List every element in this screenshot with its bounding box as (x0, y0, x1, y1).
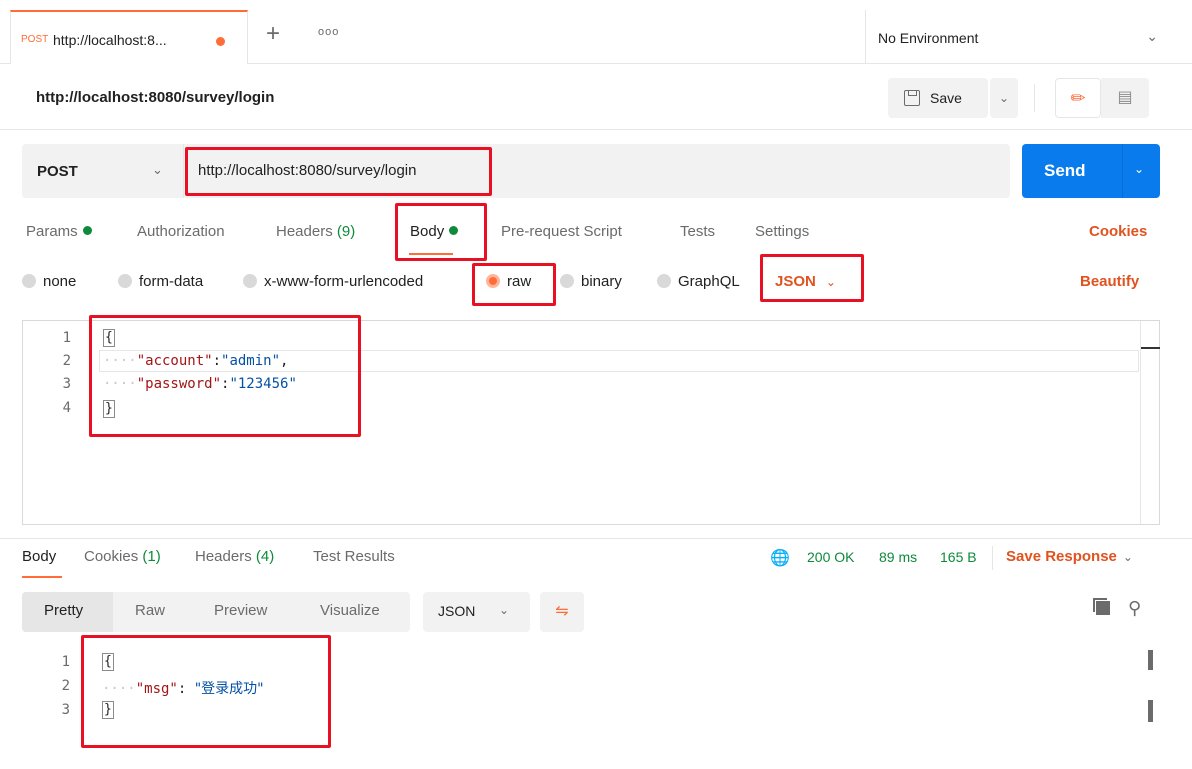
line-number: 4 (62, 400, 71, 416)
response-tab-body[interactable]: Body (22, 548, 56, 565)
save-icon (904, 90, 920, 106)
wrap-lines-icon[interactable]: ⇋ (540, 592, 584, 632)
tab-authorization[interactable]: Authorization (137, 223, 225, 240)
view-preview[interactable]: Preview (214, 602, 267, 619)
method-select[interactable]: POST ⌄ (22, 144, 184, 198)
edit-pencil-icon[interactable]: ✏ (1055, 78, 1101, 118)
radio-label: x-www-form-urlencoded (264, 273, 424, 290)
scroll-marker (1148, 650, 1153, 670)
tab-tests[interactable]: Tests (680, 223, 715, 240)
divider (1122, 144, 1123, 198)
response-tab-test-results[interactable]: Test Results (313, 548, 395, 565)
chevron-down-icon: ⌄ (1146, 28, 1158, 44)
tab-params[interactable]: Params (26, 223, 92, 240)
active-tab-underline (22, 576, 62, 578)
radio-graphql[interactable]: GraphQL (657, 273, 740, 290)
tab-label: Headers (195, 548, 252, 565)
comments-icon[interactable]: ▤ (1101, 78, 1149, 118)
radio-none[interactable]: none (22, 273, 76, 290)
send-options-chevron-icon[interactable]: ⌄ (1134, 162, 1144, 176)
annotation-box-json (760, 254, 864, 302)
annotation-box-request-body (89, 315, 361, 437)
tab-count: (1) (142, 548, 161, 565)
radio-form-data[interactable]: form-data (118, 273, 203, 290)
send-label: Send (1044, 161, 1086, 180)
unsaved-dot-icon (216, 37, 225, 46)
radio-icon (118, 274, 132, 288)
save-label: Save (930, 90, 962, 106)
environment-label: No Environment (878, 30, 979, 46)
divider (992, 546, 993, 570)
tab-count: (4) (255, 548, 275, 565)
tab-bar: POST http://localhost:8... + ooo No Envi… (0, 0, 1192, 64)
save-response-label: Save Response (1006, 548, 1117, 565)
radio-label: none (43, 273, 77, 290)
globe-icon[interactable]: 🌐 (770, 548, 790, 568)
radio-label: binary (581, 273, 622, 290)
divider (1034, 84, 1035, 112)
tab-pre-request-script[interactable]: Pre-request Script (501, 223, 622, 240)
tab-title: http://localhost:8... (53, 32, 167, 48)
search-icon[interactable]: ⚲ (1128, 598, 1141, 619)
tab-headers[interactable]: Headers (9) (276, 223, 355, 240)
response-format-select[interactable]: JSON ⌄ (423, 592, 530, 632)
tab-count: (9) (336, 223, 356, 240)
save-button[interactable]: Save (888, 78, 988, 118)
line-number: 3 (61, 702, 70, 718)
annotation-box-raw (472, 263, 556, 306)
tab-label: Cookies (84, 548, 139, 565)
save-options-chevron-icon[interactable]: ⌄ (990, 78, 1018, 118)
active-dot-icon (82, 226, 92, 235)
radio-icon (560, 274, 574, 288)
tab-label: Headers (276, 223, 333, 240)
response-tab-cookies[interactable]: Cookies (1) (84, 548, 161, 565)
radio-binary[interactable]: binary (560, 273, 622, 290)
chevron-down-icon: ⌄ (152, 162, 163, 177)
environment-selector[interactable]: No Environment ⌄ (865, 10, 1192, 64)
radio-icon (22, 274, 36, 288)
save-response-button[interactable]: Save Response ⌄ (1006, 548, 1133, 565)
response-time[interactable]: 89 ms (879, 549, 917, 565)
send-button[interactable]: Send ⌄ (1022, 144, 1160, 198)
scroll-marker (1148, 700, 1153, 722)
tab-settings[interactable]: Settings (755, 223, 809, 240)
response-format-label: JSON (438, 603, 476, 619)
line-number: 1 (62, 330, 71, 346)
line-number: 3 (62, 376, 71, 392)
radio-icon (657, 274, 671, 288)
request-title[interactable]: http://localhost:8080/survey/login (36, 89, 274, 106)
radio-label: form-data (139, 273, 204, 290)
scroll-marker (1141, 347, 1160, 349)
line-number: 1 (61, 654, 70, 670)
status-code[interactable]: 200 OK (807, 549, 854, 565)
view-mode-tabs: Pretty Raw Preview Visualize (22, 592, 410, 632)
view-visualize[interactable]: Visualize (320, 602, 380, 619)
editor-scrollbar[interactable] (1140, 321, 1160, 524)
beautify-button[interactable]: Beautify (1080, 273, 1139, 290)
new-tab-plus-icon[interactable]: + (266, 22, 280, 46)
annotation-box-body-tab (395, 203, 487, 261)
copy-icon[interactable] (1093, 598, 1110, 615)
divider (0, 538, 1192, 539)
request-tab[interactable]: POST http://localhost:8... (10, 10, 248, 64)
method-label: POST (37, 163, 78, 180)
line-number: 2 (62, 353, 71, 369)
radio-label: GraphQL (678, 273, 740, 290)
chevron-down-icon: ⌄ (1122, 550, 1133, 564)
view-raw[interactable]: Raw (135, 602, 165, 619)
response-tab-headers[interactable]: Headers (4) (195, 548, 274, 565)
more-tabs-icon[interactable]: ooo (318, 26, 339, 38)
request-title-row: http://localhost:8080/survey/login Save … (0, 64, 1192, 130)
view-pretty[interactable]: Pretty (44, 602, 83, 619)
annotation-box-url (185, 147, 492, 196)
chevron-down-icon: ⌄ (499, 603, 510, 617)
tab-label: Params (26, 223, 78, 240)
radio-x-www-form-urlencoded[interactable]: x-www-form-urlencoded (243, 273, 423, 290)
tab-method-label: POST (21, 34, 49, 45)
line-number: 2 (61, 678, 70, 694)
annotation-box-response-body (81, 635, 331, 748)
cookies-link[interactable]: Cookies (1089, 223, 1147, 240)
radio-icon (243, 274, 257, 288)
response-size[interactable]: 165 B (940, 549, 977, 565)
